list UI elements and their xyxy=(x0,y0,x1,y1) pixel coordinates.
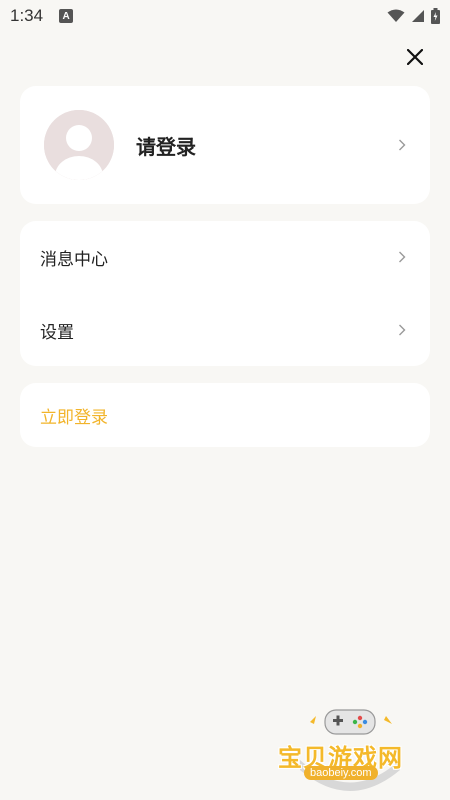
status-bar: 1:34 A xyxy=(0,0,450,32)
close-icon xyxy=(407,49,423,65)
watermark-subtitle: baobeiy.com xyxy=(304,766,378,780)
login-now-label: 立即登录 xyxy=(40,407,108,428)
login-now-button[interactable]: 立即登录 xyxy=(20,383,430,447)
menu-item-label: 消息中心 xyxy=(40,249,108,270)
close-button[interactable] xyxy=(402,44,428,70)
avatar xyxy=(44,110,114,180)
profile-name: 请登录 xyxy=(136,134,196,159)
watermark-logo: 宝贝游戏网 baobeiy.com xyxy=(270,700,430,795)
user-avatar-placeholder-icon xyxy=(44,110,114,180)
battery-icon xyxy=(431,8,440,24)
notification-badge-icon: A xyxy=(59,9,74,23)
chevron-right-icon xyxy=(396,251,408,263)
menu-item-message-center[interactable]: 消息中心 xyxy=(20,221,430,293)
profile-card[interactable]: 请登录 xyxy=(20,86,430,204)
menu-item-settings[interactable]: 设置 xyxy=(20,294,430,366)
chevron-right-icon xyxy=(396,324,408,336)
status-right xyxy=(387,8,440,24)
signal-icon xyxy=(412,10,424,22)
status-time: 1:34 xyxy=(10,6,44,25)
menu-card: 消息中心 设置 xyxy=(20,221,430,366)
chevron-right-icon xyxy=(396,139,408,151)
menu-item-label: 设置 xyxy=(40,322,74,343)
wifi-icon xyxy=(387,9,405,22)
status-left: 1:34 A xyxy=(10,6,74,26)
